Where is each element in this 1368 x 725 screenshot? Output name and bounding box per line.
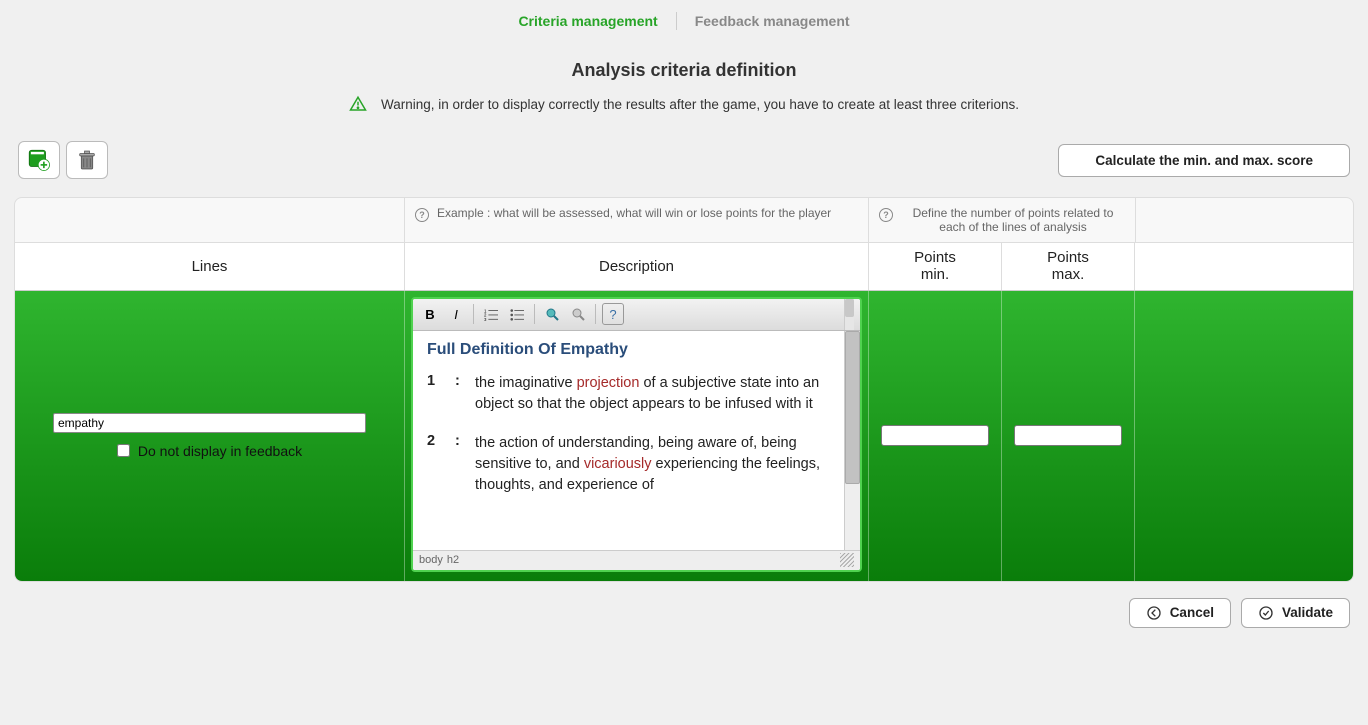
add-icon [26,147,52,173]
hint-row: ? Example : what will be assessed, what … [15,198,1353,243]
editor-scrollbar[interactable] [844,331,860,550]
cell-points-min [869,291,1002,581]
cell-description: B I 123 [405,291,869,581]
svg-text:3: 3 [484,317,487,321]
trash-icon [74,147,100,173]
line-name-input[interactable] [53,413,366,433]
no-display-label: Do not display in feedback [138,443,302,459]
warning-row: Warning, in order to display correctly t… [0,95,1368,113]
header-points-max: Points max. [1002,243,1135,290]
points-min-input[interactable] [881,425,989,446]
definition-1: 1 : the imaginative projection of a subj… [427,373,830,415]
editor-resize-handle[interactable] [840,553,854,567]
find-icon [544,306,560,322]
editor-path-body[interactable]: body [419,554,443,566]
delete-criterion-button[interactable] [66,141,108,179]
criteria-grid: ? Example : what will be assessed, what … [14,197,1354,582]
header-lines: Lines [15,243,405,290]
editor-find-button[interactable] [541,303,563,325]
editor-italic-button[interactable]: I [445,303,467,325]
check-icon [1258,605,1274,621]
editor-ordered-list-button[interactable]: 123 [480,303,502,325]
bulb-icon: ? [415,208,429,222]
hint-description-text: Example : what will be assessed, what wi… [437,206,831,220]
points-max-input[interactable] [1014,425,1122,446]
cell-lines: Do not display in feedback [15,291,405,581]
warning-text: Warning, in order to display correctly t… [381,97,1019,112]
header-rest [1135,243,1353,290]
editor-unordered-list-button[interactable] [506,303,528,325]
cancel-button[interactable]: Cancel [1129,598,1231,628]
editor-status-bar: body h2 [413,550,860,570]
toolbar-row: Calculate the min. and max. score [0,141,1368,179]
editor-help-button[interactable]: ? [602,303,624,325]
unordered-list-icon [510,307,524,321]
ordered-list-icon: 123 [484,307,498,321]
editor-separator [595,304,596,324]
rich-text-editor[interactable]: B I 123 [411,297,862,572]
link-projection[interactable]: projection [577,375,640,391]
hint-description: ? Example : what will be assessed, what … [405,198,869,242]
criterion-row: Do not display in feedback B I 123 [15,291,1353,581]
hint-rest [1136,198,1353,242]
editor-replace-button[interactable] [567,303,589,325]
editor-toolbar: B I 123 [413,299,860,331]
left-tools [18,141,108,179]
cell-rest [1135,291,1353,581]
header-description: Description [405,243,869,290]
editor-path-h2[interactable]: h2 [447,554,459,566]
top-tabs: Criteria management Feedback management [0,0,1368,42]
header-points-min: Points min. [869,243,1002,290]
tab-criteria-management[interactable]: Criteria management [500,13,675,29]
back-icon [1146,605,1162,621]
editor-bold-button[interactable]: B [419,303,441,325]
tab-feedback-management[interactable]: Feedback management [677,13,868,29]
grid-header: Lines Description Points min. Points max… [15,243,1353,291]
editor-heading: Full Definition Of Empathy [427,341,830,359]
replace-icon [570,306,586,322]
page-title: Analysis criteria definition [0,60,1368,81]
editor-toolbar-scrollbar[interactable] [844,299,854,330]
add-criterion-button[interactable] [18,141,60,179]
bulb-icon: ? [879,208,893,222]
cell-points-max [1002,291,1135,581]
hint-points-text: Define the number of points related to e… [901,206,1125,234]
footer: Cancel Validate [0,582,1368,628]
no-display-checkbox[interactable] [117,444,130,457]
hint-points: ? Define the number of points related to… [869,198,1136,242]
editor-separator [473,304,474,324]
editor-content[interactable]: Full Definition Of Empathy 1 : the imagi… [413,331,844,550]
hint-lines [15,198,405,242]
definition-2: 2 : the action of understanding, being a… [427,433,830,496]
link-vicariously[interactable]: vicariously [584,456,652,472]
editor-separator [534,304,535,324]
calculate-score-button[interactable]: Calculate the min. and max. score [1058,144,1350,177]
warning-icon [349,95,367,113]
validate-button[interactable]: Validate [1241,598,1350,628]
